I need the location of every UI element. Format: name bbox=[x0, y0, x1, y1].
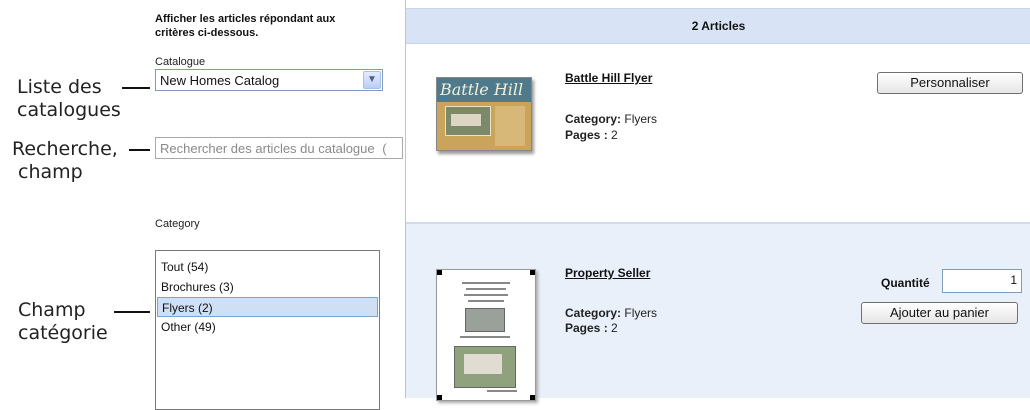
search-trailing-char: ( bbox=[382, 141, 387, 156]
results-pane: 2 Articles Battle Hill Battle Hill Flyer… bbox=[405, 0, 1030, 401]
catalog-label: Catalogue bbox=[155, 56, 206, 68]
category-value: Flyers bbox=[624, 112, 658, 126]
result-row: Property Seller Category: Flyers Pages :… bbox=[406, 224, 1030, 401]
thumbnail-house bbox=[451, 114, 481, 126]
thumbnail-text-line bbox=[468, 300, 504, 302]
callout-pointer bbox=[129, 149, 150, 151]
product-thumbnail[interactable] bbox=[436, 269, 536, 401]
pages-key: Pages : bbox=[565, 128, 608, 142]
callout-text: Liste des bbox=[17, 76, 102, 98]
instructions-line: critères ci-dessous. bbox=[155, 27, 259, 39]
quantity-label: Quantité bbox=[881, 276, 930, 290]
thumbnail-text-line bbox=[487, 390, 517, 392]
category-key: Category: bbox=[565, 112, 622, 126]
callout-catalog-list: Liste des catalogues bbox=[17, 76, 121, 122]
callout-text: catalogues bbox=[17, 99, 121, 121]
add-to-cart-button[interactable]: Ajouter au panier bbox=[861, 302, 1018, 324]
crop-mark bbox=[530, 270, 535, 275]
category-option[interactable]: Other (49) bbox=[157, 317, 378, 337]
crop-mark bbox=[437, 270, 442, 275]
thumbnail-title: Battle Hill bbox=[440, 80, 524, 99]
pages-value: 2 bbox=[611, 128, 618, 142]
results-count-header: 2 Articles bbox=[406, 8, 1030, 44]
search-placeholder: Rechercher des articles du catalogue bbox=[160, 141, 375, 156]
filter-instructions: Afficher les articles répondant aux crit… bbox=[155, 12, 395, 40]
catalog-select-value: New Homes Catalog bbox=[160, 73, 280, 88]
product-category: Category: Flyers bbox=[565, 306, 657, 320]
catalog-select[interactable]: New Homes Catalog ▼ bbox=[155, 69, 383, 91]
pages-value: 2 bbox=[611, 321, 618, 335]
callout-text: Champ bbox=[18, 299, 86, 321]
thumbnail-text-line bbox=[460, 336, 510, 338]
category-option[interactable]: Tout (54) bbox=[157, 257, 378, 277]
product-pages: Pages : 2 bbox=[565, 128, 618, 142]
callout-category-field: Champ catégorie bbox=[18, 299, 108, 345]
thumbnail-sidebar bbox=[495, 106, 525, 146]
category-value: Flyers bbox=[624, 306, 658, 320]
product-category: Category: Flyers bbox=[565, 112, 657, 126]
thumbnail-photo bbox=[465, 308, 505, 332]
callout-pointer bbox=[122, 87, 150, 89]
category-key: Category: bbox=[565, 306, 622, 320]
category-listbox[interactable]: Tout (54) Brochures (3) Flyers (2) Other… bbox=[155, 250, 380, 410]
thumbnail-house bbox=[464, 354, 502, 374]
thumbnail-text-line bbox=[466, 288, 506, 290]
product-title-link[interactable]: Property Seller bbox=[565, 266, 650, 280]
category-option-selected[interactable]: Flyers (2) bbox=[157, 297, 378, 317]
pages-key: Pages : bbox=[565, 321, 608, 335]
product-title-link[interactable]: Battle Hill Flyer bbox=[565, 71, 652, 85]
callout-text: champ bbox=[18, 161, 83, 183]
product-pages: Pages : 2 bbox=[565, 321, 618, 335]
instructions-line: Afficher les articles répondant aux bbox=[155, 13, 336, 25]
callout-text: catégorie bbox=[18, 322, 108, 344]
callout-pointer bbox=[114, 311, 150, 313]
chevron-down-icon[interactable]: ▼ bbox=[363, 71, 381, 89]
callout-text: Recherche, bbox=[12, 138, 118, 160]
category-label: Category bbox=[155, 218, 200, 230]
category-option[interactable]: Brochures (3) bbox=[157, 277, 378, 297]
callout-search-field: Recherche, champ bbox=[12, 138, 118, 184]
personalize-button[interactable]: Personnaliser bbox=[877, 72, 1023, 94]
result-row: Battle Hill Battle Hill Flyer Category: … bbox=[406, 44, 1030, 222]
search-input[interactable]: Rechercher des articles du catalogue ( bbox=[155, 137, 403, 159]
product-thumbnail[interactable]: Battle Hill bbox=[436, 77, 532, 151]
quantity-input[interactable]: 1 bbox=[942, 269, 1022, 293]
thumbnail-text-line bbox=[462, 282, 510, 284]
thumbnail-text-line bbox=[464, 294, 508, 296]
